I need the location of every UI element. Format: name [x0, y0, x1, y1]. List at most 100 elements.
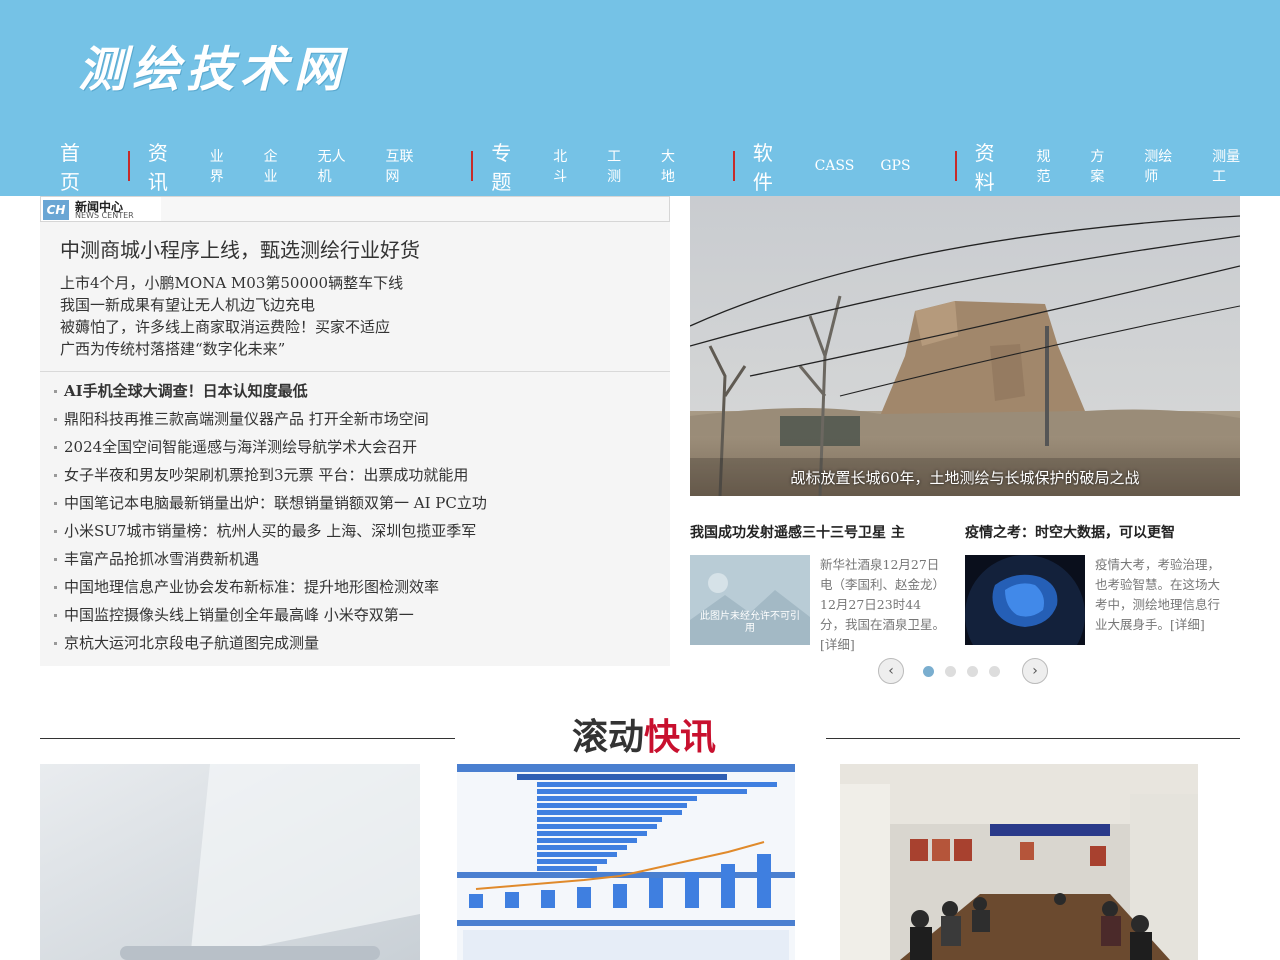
sub-headline-link[interactable]: 广西为传统村落搭建“数字化未来”	[60, 338, 403, 360]
news-list-item-text: 中国笔记本电脑最新销量出炉：联想销量销额双第一 AI PC立功	[64, 494, 487, 512]
nav-topics-engineering[interactable]: 工测	[607, 146, 635, 186]
news-list: AI手机全球大调查！日本认知度最低 鼎阳科技再推三款高端测量仪器产品 打开全新市…	[54, 377, 664, 657]
news-card: 我国成功发射遥感三十三号卫星 主 此图片未经允许不可引用 新华社酒泉12月27日…	[690, 520, 945, 652]
news-list-item-text: 丰富产品抢抓冰雪消费新机遇	[64, 550, 260, 568]
great-wall-photo	[690, 196, 1240, 496]
news-center-panel: CH 新闻中心 NEWS CENTER 中测商城小程序上线，甄选测绘行业好货 上…	[40, 196, 670, 666]
news-list-item[interactable]: 中国地理信息产业协会发布新标准：提升地形图检测效率	[54, 573, 664, 601]
sub-headline-link[interactable]: 被薅怕了，许多线上商家取消运费险！买家不适应	[60, 316, 403, 338]
pager-dot[interactable]	[967, 666, 978, 677]
bullet-icon	[54, 446, 57, 449]
scroll-news-thumb[interactable]	[457, 764, 795, 960]
bullet-icon	[54, 418, 57, 421]
nav-group-news: 资讯 业界 企业 无人机 互联网	[146, 141, 453, 194]
china-map-image[interactable]	[965, 555, 1085, 645]
card-title[interactable]: 我国成功发射遥感三十三号卫星 主	[690, 520, 945, 546]
site-logo[interactable]: 测绘技术网	[78, 30, 348, 100]
prev-arrow-icon[interactable]: ‹	[878, 658, 904, 684]
bullet-icon	[54, 502, 57, 505]
nav-group-home: 首页	[40, 141, 110, 194]
feature-slide[interactable]: 觇标放置长城60年，土地测绘与长城保护的破局之战	[690, 196, 1240, 496]
news-list-item[interactable]: AI手机全球大调查！日本认知度最低	[54, 377, 664, 405]
bullet-icon	[54, 586, 57, 589]
news-list-item-text: 女子半夜和男友吵架刷机票抢到3元票 平台：出票成功就能用	[64, 466, 469, 484]
nav-home[interactable]: 首页	[60, 137, 100, 195]
nav-group-resources: 资料 规范 方案 测绘师 测量工	[973, 141, 1280, 194]
nav-resources-worker[interactable]: 测量工	[1212, 146, 1254, 186]
nav-software-cass[interactable]: CASS	[815, 158, 855, 174]
nav-news-drone[interactable]: 无人机	[318, 146, 360, 186]
main-nav: 首页 资讯 业界 企业 无人机 互联网 专题 北斗 工测 大地 软件 CASS …	[40, 141, 1280, 194]
news-list-item-text: 小米SU7城市销量榜：杭州人买的最多 上海、深圳包揽亚季军	[64, 522, 477, 540]
news-list-item[interactable]: 中国笔记本电脑最新销量出炉：联想销量销额双第一 AI PC立功	[54, 489, 664, 517]
nav-separator	[127, 151, 130, 181]
news-center-badge: CH 新闻中心 NEWS CENTER	[41, 197, 161, 221]
news-list-item[interactable]: 2024全国空间智能遥感与海洋测绘导航学术大会召开	[54, 433, 664, 461]
nav-separator	[732, 151, 735, 181]
sub-headline-list: 上市4个月，小鹏MONA M03第50000辆整车下线 我国一新成果有望让无人机…	[60, 272, 403, 360]
slider-pager: ‹ ›	[878, 658, 1048, 684]
nav-separator	[954, 151, 957, 181]
news-list-item-text: 中国监控摄像头线上销量创全年最高峰 小米夺双第一	[64, 606, 414, 624]
news-list-item-text: 中国地理信息产业协会发布新标准：提升地形图检测效率	[64, 578, 440, 596]
news-list-item[interactable]: 丰富产品抢抓冰雪消费新机遇	[54, 545, 664, 573]
scroll-news-thumb[interactable]	[840, 764, 1198, 960]
feature-caption[interactable]: 觇标放置长城60年，土地测绘与长城保护的破局之战	[690, 467, 1240, 488]
nav-software[interactable]: 软件	[753, 137, 793, 195]
infographic-image	[457, 764, 795, 960]
nav-group-software: 软件 CASS GPS	[751, 141, 937, 194]
abstract-product-image	[40, 764, 420, 960]
news-list-item[interactable]: 鼎阳科技再推三款高端测量仪器产品 打开全新市场空间	[54, 405, 664, 433]
nav-resources[interactable]: 资料	[975, 137, 1015, 195]
news-list-item[interactable]: 中国监控摄像头线上销量创全年最高峰 小米夺双第一	[54, 601, 664, 629]
globe-map-icon	[965, 555, 1085, 645]
bullet-icon	[54, 558, 57, 561]
scroll-news-title-part1: 滚动	[572, 716, 645, 758]
placeholder-text: 此图片未经允许不可引用	[700, 611, 800, 634]
nav-topics-geodesy[interactable]: 大地	[661, 146, 689, 186]
sub-headline-link[interactable]: 上市4个月，小鹏MONA M03第50000辆整车下线	[60, 272, 403, 294]
bullet-icon	[54, 474, 57, 477]
news-center-bar: CH 新闻中心 NEWS CENTER	[40, 196, 670, 222]
news-list-item[interactable]: 小米SU7城市销量榜：杭州人买的最多 上海、深圳包揽亚季军	[54, 517, 664, 545]
card-summary: 新华社酒泉12月27日电（李国利、赵金龙）12月27日23时44分，我国在酒泉卫…	[820, 557, 946, 652]
sub-headline-link[interactable]: 我国一新成果有望让无人机边飞边充电	[60, 294, 403, 316]
bullet-icon	[54, 642, 57, 645]
scroll-news-title-part2: 快讯	[644, 716, 717, 758]
nav-news[interactable]: 资讯	[148, 137, 188, 195]
bullet-icon	[54, 390, 57, 393]
site-header: 测绘技术网 首页 资讯 业界 企业 无人机 互联网 专题 北斗 工测 大地 软件…	[0, 0, 1280, 196]
news-list-item[interactable]: 京杭大运河北京段电子航道图完成测量	[54, 629, 664, 657]
pager-dot[interactable]	[945, 666, 956, 677]
next-arrow-icon[interactable]: ›	[1022, 658, 1048, 684]
nav-group-topics: 专题 北斗 工测 大地	[489, 141, 715, 194]
news-list-item-text: 鼎阳科技再推三款高端测量仪器产品 打开全新市场空间	[64, 410, 429, 428]
pager-dot[interactable]	[989, 666, 1000, 677]
card-title[interactable]: 疫情之考：时空大数据，可以更智	[965, 520, 1220, 546]
section-rule-left	[40, 738, 455, 739]
nav-news-industry[interactable]: 业界	[210, 146, 238, 186]
nav-resources-standards[interactable]: 规范	[1036, 146, 1064, 186]
nav-resources-surveyor[interactable]: 测绘师	[1144, 146, 1186, 186]
nav-topics[interactable]: 专题	[491, 137, 531, 195]
placeholder-image[interactable]: 此图片未经允许不可引用	[690, 555, 810, 645]
bullet-icon	[54, 614, 57, 617]
news-list-item-text: AI手机全球大调查！日本认知度最低	[64, 382, 308, 400]
headline-link[interactable]: 中测商城小程序上线，甄选测绘行业好货	[60, 234, 420, 263]
nav-topics-beidou[interactable]: 北斗	[553, 146, 581, 186]
news-center-subtitle: NEWS CENTER	[75, 211, 134, 220]
news-list-item[interactable]: 女子半夜和男友吵架刷机票抢到3元票 平台：出票成功就能用	[54, 461, 664, 489]
section-rule-right	[826, 738, 1240, 739]
nav-separator	[471, 151, 474, 181]
news-card: 疫情之考：时空大数据，可以更智 疫情大考，考验治理，也考验智慧。在这场大考中，测…	[965, 520, 1220, 645]
pager-dot[interactable]	[923, 666, 934, 677]
nav-news-enterprise[interactable]: 企业	[264, 146, 292, 186]
scroll-news-thumb[interactable]	[40, 764, 420, 960]
meeting-room-photo	[840, 764, 1198, 960]
scroll-news-title: 滚动快讯	[572, 708, 716, 760]
nav-news-internet[interactable]: 互联网	[385, 146, 427, 186]
nav-software-gps[interactable]: GPS	[880, 158, 910, 174]
divider	[40, 371, 670, 372]
card-summary: 疫情大考，考验治理，也考验智慧。在这场大考中，测绘地理信息行业大展身手。[详细]	[1095, 557, 1221, 632]
nav-resources-plans[interactable]: 方案	[1090, 146, 1118, 186]
